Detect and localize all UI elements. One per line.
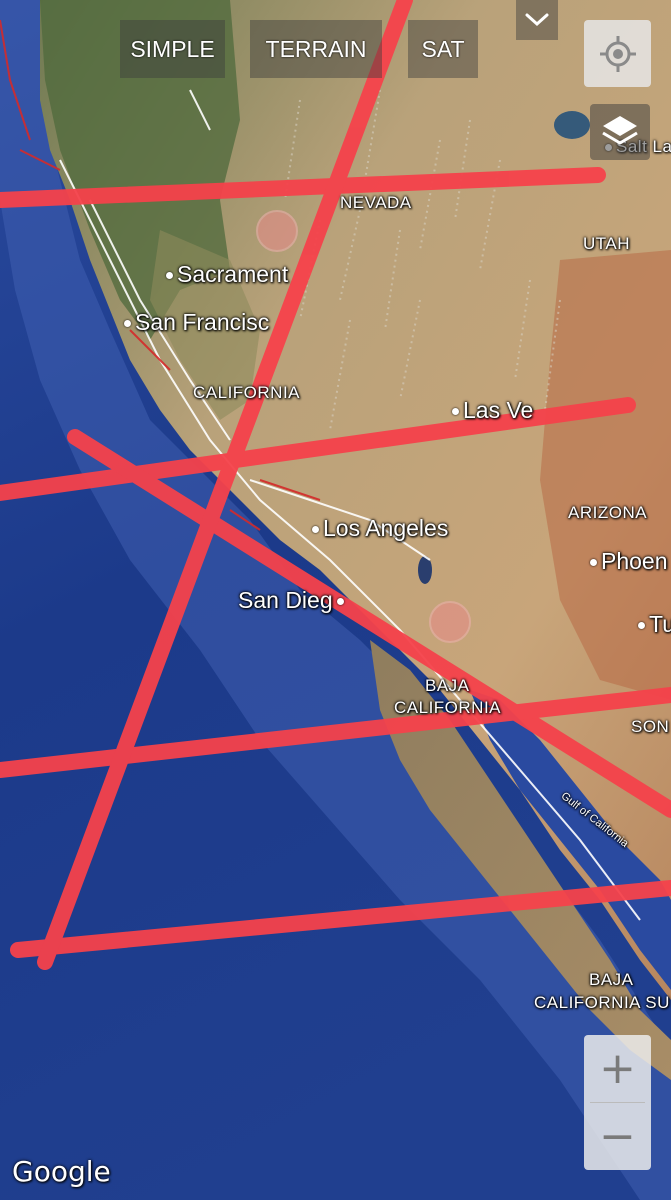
label-sacramento-text: Sacrament [177, 261, 289, 287]
map-type-terrain-button[interactable]: TERRAIN [250, 20, 382, 78]
label-nevada: NEVADA [340, 193, 412, 212]
map-type-sat-button[interactable]: SAT [408, 20, 478, 78]
salton-sea [418, 556, 432, 584]
label-baja-sur-2: CALIFORNIA SU [534, 993, 670, 1012]
label-tucson-text: Tu [649, 611, 671, 637]
label-san-diego-text: San Dieg [238, 587, 333, 613]
label-sonora: SON [631, 717, 670, 736]
layers-button[interactable] [590, 104, 650, 160]
google-logo: Google [12, 1155, 111, 1188]
label-utah: UTAH [583, 234, 631, 253]
label-las-vegas-text: Las Ve [463, 397, 534, 423]
label-los-angeles-text: Los Angeles [323, 515, 449, 541]
zoom-in-button[interactable]: + [584, 1035, 651, 1102]
label-baja-sur-1: BAJA [589, 970, 634, 989]
label-los-angeles: Los Angeles [312, 515, 448, 542]
label-sacramento: Sacrament [166, 261, 288, 288]
label-las-vegas: Las Ve [452, 397, 533, 424]
label-san-francisco-text: San Francisc [135, 309, 270, 335]
label-san-francisco: San Francisc [124, 309, 269, 336]
label-phoenix-text: Phoen [601, 548, 668, 574]
my-location-button[interactable] [584, 20, 651, 87]
label-baja-california-1: BAJA [425, 676, 470, 695]
label-arizona: ARIZONA [568, 503, 648, 522]
map-type-simple-button[interactable]: SIMPLE [120, 20, 225, 78]
salt-lake [554, 111, 590, 139]
label-california: CALIFORNIA [193, 383, 301, 402]
my-location-icon [599, 35, 636, 72]
label-baja-california-2: CALIFORNIA [394, 698, 502, 717]
label-phoenix: Phoen [590, 548, 668, 575]
zoom-control: + − [584, 1035, 651, 1170]
zoom-out-button[interactable]: − [584, 1103, 651, 1170]
layers-icon [602, 116, 638, 145]
collapse-button[interactable] [516, 0, 558, 40]
chevron-down-icon [525, 13, 549, 27]
label-san-diego: San Dieg [238, 587, 348, 614]
label-tucson: Tu [638, 611, 671, 638]
